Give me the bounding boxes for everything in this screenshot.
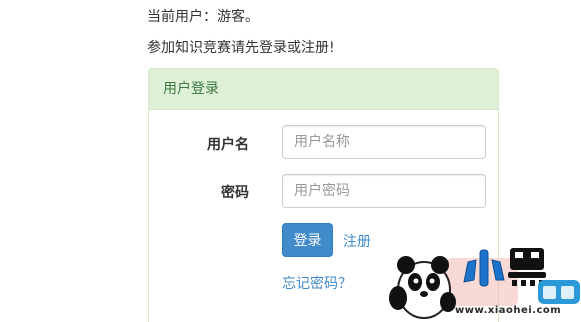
password-input[interactable] [282,174,486,208]
login-prompt-text: 参加知识竞赛请先登录或注册! [147,40,335,56]
username-input[interactable] [282,125,486,159]
forgot-password-link[interactable]: 忘记密码？ [282,273,352,293]
login-button[interactable]: 登录 [282,223,333,257]
panda-icon [389,256,456,319]
brand-glyph-black [508,248,546,286]
password-label: 密码 [221,185,249,201]
current-user-text: 当前用户：游客。 [147,9,259,25]
register-link[interactable]: 注册 [343,231,371,251]
watermark-url: www.xiaohei.com [455,305,562,316]
panel-title: 用户登录 [149,69,498,110]
username-label: 用户名 [207,137,249,153]
page: 当前用户：游客。 参加知识竞赛请先登录或注册! 用户登录 用户名 密码 登录 注… [0,0,581,322]
